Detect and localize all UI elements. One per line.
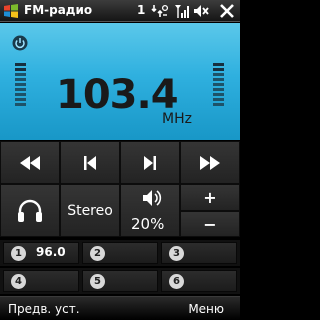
connectivity-icon[interactable] xyxy=(151,3,169,19)
previous-station-button[interactable] xyxy=(60,141,120,184)
volume-display: 20% xyxy=(120,184,180,237)
preset-number: 1 xyxy=(11,246,26,261)
preset-button-3[interactable]: 3 xyxy=(161,242,237,264)
status-bar: FM-радио 1 xyxy=(0,0,240,22)
volume-down-label: − xyxy=(203,214,217,234)
preset-number: 5 xyxy=(90,274,105,289)
preset-number: 2 xyxy=(90,246,105,261)
volume-down-button[interactable]: − xyxy=(180,211,240,237)
menu-softkey[interactable]: Меню xyxy=(188,302,224,316)
preset-number: 4 xyxy=(11,274,26,289)
presets-softkey[interactable]: Предв. уст. xyxy=(8,302,80,316)
close-icon[interactable] xyxy=(219,3,235,19)
preset-button-1[interactable]: 1 96.0 xyxy=(3,242,79,264)
stereo-button[interactable]: Stereo xyxy=(60,184,120,237)
skip-previous-icon xyxy=(83,155,97,171)
app-title: FM-радио xyxy=(24,3,93,17)
windows-logo-icon[interactable] xyxy=(3,3,19,19)
preset-button-2[interactable]: 2 xyxy=(82,242,158,264)
preset-frequency: 96.0 xyxy=(36,245,66,259)
frequency-readout: 103.4 xyxy=(56,72,179,118)
stereo-label: Stereo xyxy=(67,202,113,219)
headphones-button[interactable] xyxy=(0,184,60,237)
fast-forward-icon xyxy=(199,155,221,171)
preset-button-5[interactable]: 5 xyxy=(82,270,158,292)
preset-number: 3 xyxy=(169,246,184,261)
signal-level-right xyxy=(213,63,224,108)
preset-row-2: 4 5 6 xyxy=(0,268,240,294)
softkey-bar: Предв. уст. Меню xyxy=(0,296,240,320)
notification-count[interactable]: 1 xyxy=(137,3,145,17)
preset-number: 6 xyxy=(169,274,184,289)
signal-level-left xyxy=(15,63,26,108)
power-icon[interactable] xyxy=(12,35,28,51)
skip-next-icon xyxy=(143,155,157,171)
speaker-muted-icon[interactable] xyxy=(193,3,209,19)
frequency-unit: MHz xyxy=(162,111,192,127)
preset-button-4[interactable]: 4 xyxy=(3,270,79,292)
rewind-icon xyxy=(19,155,41,171)
signal-icon[interactable] xyxy=(174,3,190,19)
volume-up-button[interactable]: + xyxy=(180,184,240,211)
headphones-icon xyxy=(17,199,43,223)
frequency-display: 103.4 MHz xyxy=(0,23,240,140)
preset-row-1: 1 96.0 2 3 xyxy=(0,240,240,266)
volume-level-text: 20% xyxy=(131,215,165,233)
fast-forward-button[interactable] xyxy=(180,141,240,184)
next-station-button[interactable] xyxy=(120,141,180,184)
volume-up-label: + xyxy=(203,188,217,207)
preset-button-6[interactable]: 6 xyxy=(161,270,237,292)
volume-icon xyxy=(142,189,162,207)
rewind-button[interactable] xyxy=(0,141,60,184)
